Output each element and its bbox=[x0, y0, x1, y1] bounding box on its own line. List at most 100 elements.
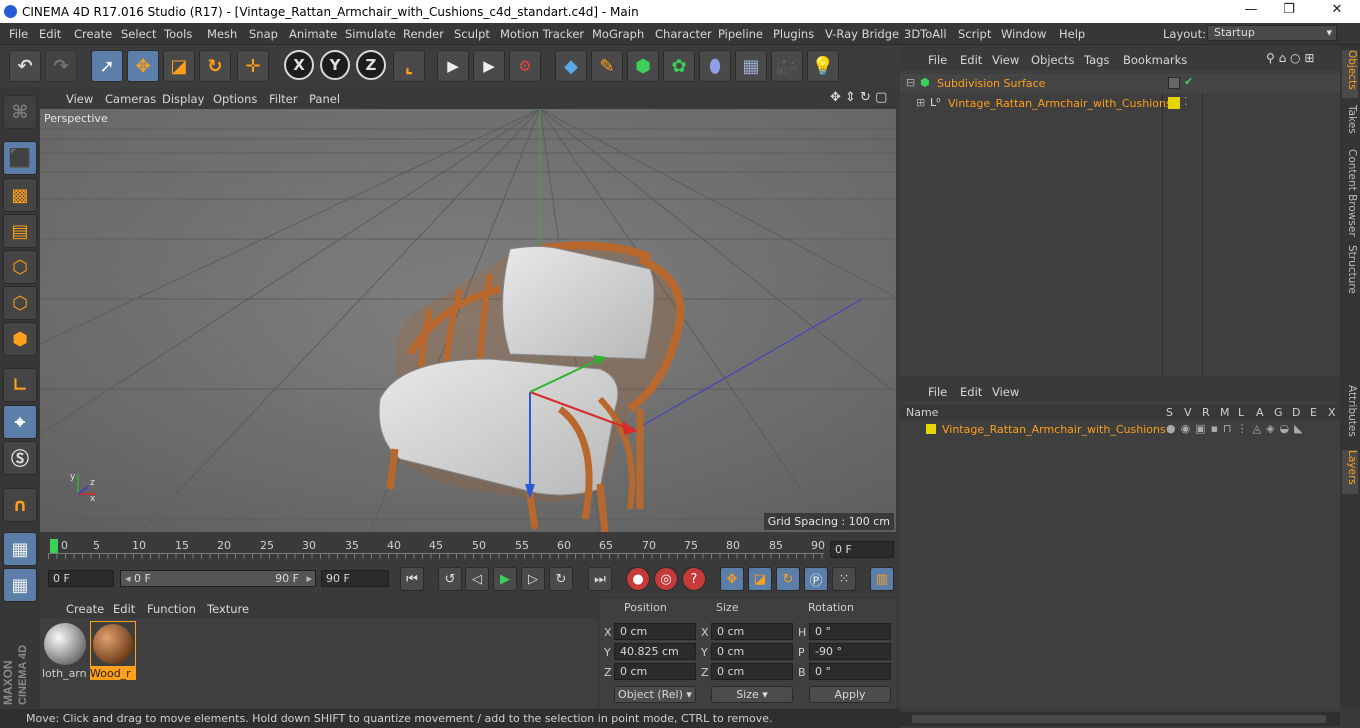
workplane-mode-button[interactable]: ▤ bbox=[3, 214, 37, 248]
menu-file[interactable]: File bbox=[9, 27, 28, 41]
prev-frame-button[interactable]: ◁ bbox=[465, 567, 489, 591]
object-menu-view[interactable]: View bbox=[992, 53, 1019, 67]
layer-menu-view[interactable]: View bbox=[992, 385, 1019, 399]
key-pla-button[interactable]: ⁙ bbox=[832, 567, 856, 591]
goto-start-button[interactable]: ⏮ bbox=[400, 567, 424, 591]
material-menu-texture[interactable]: Texture bbox=[207, 602, 249, 616]
key-param-button[interactable]: Ⓟ bbox=[804, 567, 828, 591]
menu-3dtoall[interactable]: 3DToAll bbox=[904, 27, 947, 41]
object-row[interactable]: ⊞ L⁰ Vintage_Rattan_Armchair_with_Cushio… bbox=[900, 94, 1340, 113]
undo-button[interactable]: ↶ bbox=[9, 50, 41, 82]
menu-animate[interactable]: Animate bbox=[289, 27, 337, 41]
object-row[interactable]: ⊟ ⬢ Subdivision Surface ✔ bbox=[900, 74, 1340, 93]
rot-b-field[interactable]: 0 ° bbox=[809, 663, 891, 680]
object-name[interactable]: Subdivision Surface bbox=[937, 77, 1045, 90]
recent-tools-button[interactable]: ✛ bbox=[237, 50, 269, 82]
menu-snap[interactable]: Snap bbox=[249, 27, 278, 41]
layer-row[interactable]: Vintage_Rattan_Armchair_with_Cushions ●◉… bbox=[900, 421, 1340, 438]
menu-plugins[interactable]: Plugins bbox=[773, 27, 814, 41]
axis-mode-button[interactable]: ∟ bbox=[3, 368, 37, 402]
polygons-mode-button[interactable]: ⬢ bbox=[3, 322, 37, 356]
z-axis-lock-button[interactable]: Z bbox=[356, 50, 386, 80]
tab-takes[interactable]: Takes bbox=[1342, 105, 1358, 145]
coordinate-system-button[interactable]: ⌞ bbox=[393, 50, 425, 82]
menu-create[interactable]: Create bbox=[74, 27, 112, 41]
subdivision-surface-button[interactable]: ⬢ bbox=[627, 50, 659, 82]
play-button[interactable]: ▶ bbox=[493, 567, 517, 591]
size-z-field[interactable]: 0 cm bbox=[711, 663, 793, 680]
make-editable-button[interactable]: ⌘ bbox=[3, 95, 37, 129]
material-menu-create[interactable]: Create bbox=[66, 602, 104, 616]
minimize-button[interactable]: — bbox=[1236, 2, 1266, 20]
next-frame-button[interactable]: ▷ bbox=[521, 567, 545, 591]
viewport-menu-view[interactable]: View bbox=[66, 92, 93, 106]
size-mode-dropdown[interactable]: Size ▾ bbox=[711, 686, 793, 703]
cube-primitive-button[interactable]: ◆ bbox=[555, 50, 587, 82]
next-key-button[interactable]: ↻ bbox=[549, 567, 573, 591]
prev-key-button[interactable]: ↺ bbox=[438, 567, 462, 591]
y-axis-lock-button[interactable]: Y bbox=[320, 50, 350, 80]
live-selection-button[interactable]: ➚ bbox=[91, 50, 123, 82]
tab-attributes[interactable]: Attributes bbox=[1342, 385, 1358, 445]
key-scale-button[interactable]: ◪ bbox=[748, 567, 772, 591]
light-button[interactable]: 💡 bbox=[807, 50, 839, 82]
tab-structure[interactable]: Structure bbox=[1342, 245, 1358, 305]
layer-menu-file[interactable]: File bbox=[928, 385, 947, 399]
apply-button[interactable]: Apply bbox=[809, 686, 891, 703]
autokey-button[interactable]: ◎ bbox=[654, 567, 678, 591]
layer-flag-icons[interactable]: ●◉▣▪⊓⋮◬◈◒◣ bbox=[1166, 422, 1308, 435]
start-frame-field[interactable]: 0 F bbox=[48, 570, 114, 587]
viewport-menu-filter[interactable]: Filter bbox=[269, 92, 297, 106]
scale-tool-button[interactable]: ◪ bbox=[163, 50, 195, 82]
render-picture-viewer-button[interactable]: ▶ bbox=[473, 50, 505, 82]
tree-collapse-icon[interactable]: ⊟ bbox=[906, 76, 915, 89]
tree-expand-icon[interactable]: ⊞ bbox=[916, 96, 925, 109]
object-menu-tags[interactable]: Tags bbox=[1084, 53, 1109, 67]
horizontal-scrollbar[interactable] bbox=[900, 712, 1340, 726]
menu-tools[interactable]: Tools bbox=[164, 27, 192, 41]
object-menu-objects[interactable]: Objects bbox=[1031, 53, 1074, 67]
menu-sculpt[interactable]: Sculpt bbox=[454, 27, 490, 41]
record-button[interactable]: ● bbox=[626, 567, 650, 591]
layer-menu-edit[interactable]: Edit bbox=[960, 385, 982, 399]
menu-mograph[interactable]: MoGraph bbox=[592, 27, 644, 41]
maximize-button[interactable]: ❐ bbox=[1274, 2, 1304, 20]
menu-pipeline[interactable]: Pipeline bbox=[718, 27, 763, 41]
menu-vray-bridge[interactable]: V-Ray Bridge bbox=[825, 27, 899, 41]
edges-mode-button[interactable]: ⬡ bbox=[3, 286, 37, 320]
viewport-menu-display[interactable]: Display bbox=[162, 92, 204, 106]
goto-end-button[interactable]: ⏭ bbox=[588, 567, 612, 591]
viewport-menu-options[interactable]: Options bbox=[213, 92, 257, 106]
end-frame-field[interactable]: 90 F bbox=[321, 570, 389, 587]
rot-h-field[interactable]: 0 ° bbox=[809, 623, 891, 640]
workplane-align-button[interactable]: ▦ bbox=[3, 568, 37, 602]
size-y-field[interactable]: 0 cm bbox=[711, 643, 793, 660]
menu-edit[interactable]: Edit bbox=[39, 27, 61, 41]
x-axis-lock-button[interactable]: X bbox=[284, 50, 314, 80]
texture-mode-button[interactable]: ▩ bbox=[3, 178, 37, 212]
tweak-mode-button[interactable]: ⌖ bbox=[3, 405, 37, 439]
model-mode-button[interactable]: ⬛ bbox=[3, 141, 37, 175]
cloner-button[interactable]: ✿ bbox=[663, 50, 695, 82]
menu-character[interactable]: Character bbox=[655, 27, 712, 41]
3d-viewport[interactable]: y x z Perspective Grid Spacing : 100 cm bbox=[40, 109, 896, 532]
material-menu-edit[interactable]: Edit bbox=[113, 602, 135, 616]
tab-content-browser[interactable]: Content Browser bbox=[1342, 149, 1358, 237]
menu-motion-tracker[interactable]: Motion Tracker bbox=[500, 27, 584, 41]
object-menu-edit[interactable]: Edit bbox=[960, 53, 982, 67]
object-manager-tools[interactable]: ⚲ ⌂ ○ ⊞ bbox=[1266, 51, 1314, 65]
menu-window[interactable]: Window bbox=[1001, 27, 1046, 41]
tab-layers[interactable]: Layers bbox=[1342, 450, 1358, 494]
enable-snap-button[interactable]: ∩ bbox=[3, 488, 37, 522]
menu-simulate[interactable]: Simulate bbox=[345, 27, 396, 41]
key-rotation-button[interactable]: ↻ bbox=[776, 567, 800, 591]
scrollbar-thumb[interactable] bbox=[912, 715, 1326, 723]
points-mode-button[interactable]: ⬡ bbox=[3, 250, 37, 284]
pos-x-field[interactable]: 0 cm bbox=[614, 623, 696, 640]
visibility-dots-icon[interactable]: ⁚ bbox=[1184, 95, 1188, 108]
menu-render[interactable]: Render bbox=[403, 27, 444, 41]
viewport-menu-cameras[interactable]: Cameras bbox=[105, 92, 156, 106]
redo-button[interactable]: ↷ bbox=[45, 50, 77, 82]
enabled-check-icon[interactable]: ✔ bbox=[1184, 75, 1193, 88]
menu-script[interactable]: Script bbox=[958, 27, 991, 41]
